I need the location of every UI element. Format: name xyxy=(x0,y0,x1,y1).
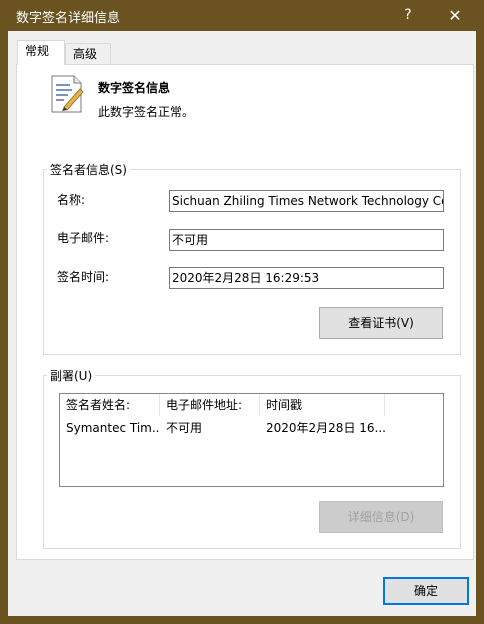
signing-time-field[interactable]: 2020年2月28日 16:29:53 xyxy=(169,267,444,289)
column-header-email[interactable]: 电子邮件地址: xyxy=(160,394,260,416)
row-timestamp[interactable]: 2020年2月28日 16... xyxy=(260,419,385,437)
countersignatures-legend: 副署(U) xyxy=(50,369,93,383)
general-tab-panel: 数字签名信息 此数字签名正常。 签名者信息(S) 名称: Sichuan Zhi… xyxy=(16,64,474,560)
signature-info-heading: 数字签名信息 xyxy=(98,81,171,95)
row-email[interactable]: 不可用 xyxy=(160,419,260,437)
signer-info-legend: 签名者信息(S) xyxy=(50,163,127,177)
ok-button[interactable]: 确定 xyxy=(383,577,469,605)
title-bar: 数字签名详细信息 ? ✕ xyxy=(0,0,484,31)
signature-status-text: 此数字签名正常。 xyxy=(98,105,195,119)
countersignatures-list[interactable]: 签名者姓名: 电子邮件地址: 时间戳 Symantec Tim... 不可用 2… xyxy=(59,393,444,487)
tab-general[interactable]: 常规 xyxy=(17,40,65,65)
view-certificate-button[interactable]: 查看证书(V) xyxy=(319,307,443,339)
tab-advanced[interactable]: 高级 xyxy=(65,43,111,65)
window-title: 数字签名详细信息 xyxy=(16,11,121,26)
email-label: 电子邮件: xyxy=(57,231,110,245)
signing-time-label: 签名时间: xyxy=(57,270,110,284)
details-button[interactable]: 详细信息(D) xyxy=(319,501,443,533)
close-button[interactable]: ✕ xyxy=(432,0,478,31)
help-button[interactable]: ? xyxy=(388,0,428,31)
name-field[interactable]: Sichuan Zhiling Times Network Technology… xyxy=(169,190,444,212)
signature-details-window: 数字签名详细信息 ? ✕ 常规 高级 数字签名信息 此数字签名正常。 签名者信息… xyxy=(0,0,484,624)
name-label: 名称: xyxy=(57,193,86,207)
column-header-signer-name[interactable]: 签名者姓名: xyxy=(60,394,160,416)
certificate-icon xyxy=(51,75,84,113)
email-field[interactable]: 不可用 xyxy=(169,229,444,251)
column-header-timestamp[interactable]: 时间戳 xyxy=(260,394,385,416)
row-signer-name[interactable]: Symantec Tim... xyxy=(60,419,160,437)
